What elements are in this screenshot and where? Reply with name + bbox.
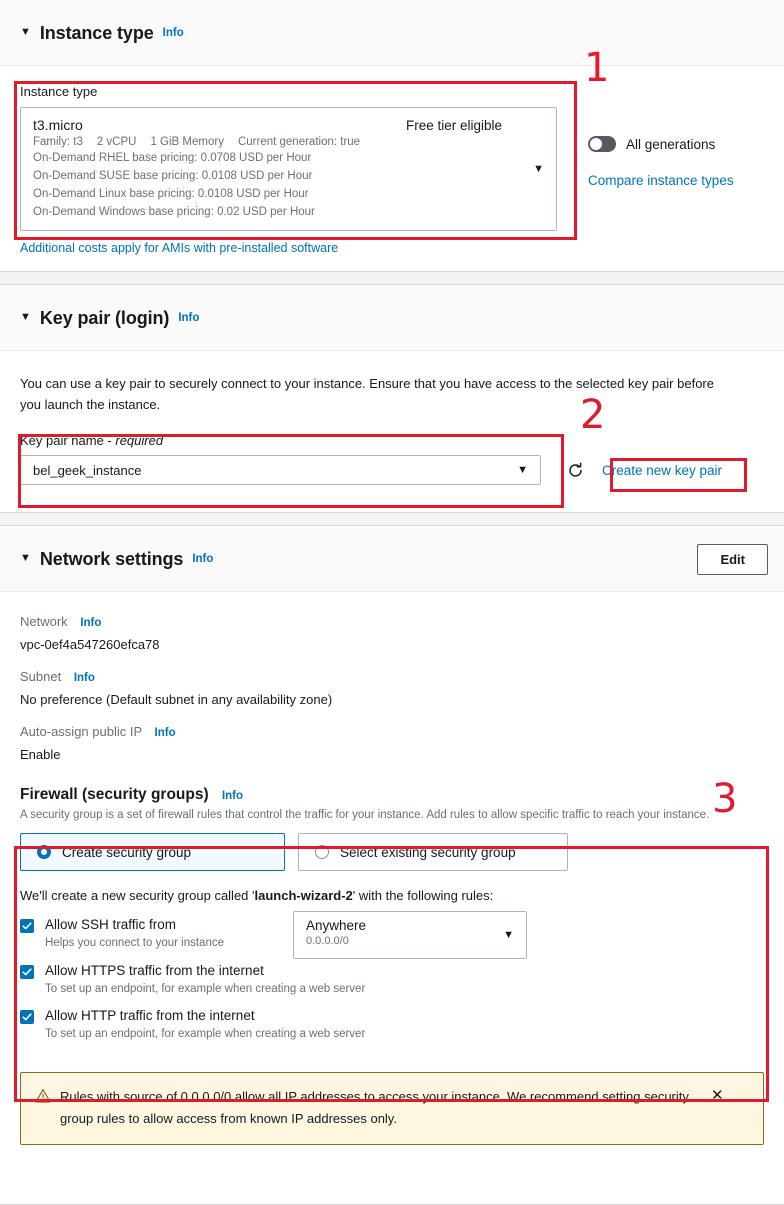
rule-https-sub: To set up an endpoint, for example when … [45,983,366,995]
subnet-value: No preference (Default subnet in any ava… [20,692,333,707]
key-pair-field-label: Key pair name - required [20,433,764,448]
compare-instance-types-link[interactable]: Compare instance types [588,173,734,188]
network-info-link[interactable]: Info [80,617,101,629]
auto-assign-ip-field-label: Auto-assign public IP Info [20,724,764,739]
key-pair-header: ▼ Key pair (login) Info [0,285,784,351]
key-pair-selected-value: bel_geek_instance [33,462,142,478]
instance-type-title: Instance type [39,22,154,43]
close-icon[interactable]: ✕ [711,1086,724,1106]
key-pair-select[interactable]: bel_geek_instance ▼ [20,455,541,485]
key-pair-row: bel_geek_instance ▼ Create new key pair [20,455,764,485]
select-existing-security-group-option[interactable]: Select existing security group [298,833,568,871]
instance-type-field-label: Instance type [20,84,98,99]
key-pair-info-link[interactable]: Info [178,312,199,324]
chevron-down-icon[interactable]: ▼ [20,552,31,564]
toggle-knob [590,138,602,150]
create-security-group-label: Create security group [62,844,192,860]
alert-message: Rules with source of 0.0.0.0/0 allow all… [60,1089,689,1126]
ssh-source-cidr: 0.0.0.0/0 [306,935,349,947]
network-value: vpc-0ef4a547260efca78 [20,637,160,652]
rule-ssh: Allow SSH traffic from Helps you connect… [20,911,764,959]
key-pair-card: ▼ Key pair (login) Info You can use a ke… [0,284,784,513]
pricing-windows: On-Demand Windows base pricing: 0.02 USD… [33,206,315,218]
rule-https: Allow HTTPS traffic from the internet To… [20,963,764,995]
sg-note-suffix: ' with the following rules: [352,888,494,903]
network-settings-body: Network Info vpc-0ef4a547260efca78 Subne… [0,592,784,1056]
chevron-down-icon[interactable]: ▼ [533,163,544,175]
chevron-down-icon[interactable]: ▼ [503,929,514,941]
ssh-source-select[interactable]: Anywhere 0.0.0.0/0 ▼ [293,911,527,959]
instance-type-name: t3.micro [33,117,83,133]
instance-type-info-link[interactable]: Info [163,27,184,39]
warning-triangle-icon [35,1088,51,1107]
firewall-title-text: Firewall (security groups) [20,786,209,803]
all-generations-toggle[interactable] [588,136,616,152]
security-group-mode-options: Create security group Select existing se… [20,833,764,871]
firewall-title: Firewall (security groups) Info [20,786,764,804]
auto-assign-ip-label-text: Auto-assign public IP [20,724,142,739]
spec-memory: 1 GiB Memory [150,136,224,148]
spec-vcpu: 2 vCPU [96,136,137,148]
network-settings-header: ▼ Network settings Info Edit [0,526,784,592]
select-existing-security-group-label: Select existing security group [340,844,516,860]
key-pair-description: You can use a key pair to securely conne… [20,376,714,412]
firewall-description: A security group is a set of firewall ru… [20,809,710,821]
network-settings-card: ▼ Network settings Info Edit Network Inf… [0,525,784,1205]
free-tier-badge: Free tier eligible [405,118,502,133]
checkbox-ssh[interactable] [20,919,34,933]
security-warning-alert: Rules with source of 0.0.0.0/0 allow all… [20,1072,764,1145]
radio-unselected-icon [315,845,329,859]
spec-generation: Current generation: true [237,136,361,148]
instance-type-select[interactable]: t3.micro Free tier eligible Family: t3 2… [20,107,557,231]
key-pair-body: You can use a key pair to securely conne… [0,351,784,501]
rule-https-label: Allow HTTPS traffic from the internet [45,963,264,978]
instance-type-specs: Family: t3 2 vCPU 1 GiB Memory Current g… [33,136,544,148]
network-settings-title: Network settings [39,548,184,569]
instance-type-header: ▼ Instance type Info [0,0,784,66]
chevron-down-icon[interactable]: ▼ [20,311,31,323]
spec-family: Family: t3 [33,136,83,148]
pricing-suse: On-Demand SUSE base pricing: 0.0108 USD … [33,170,313,182]
subnet-info-link[interactable]: Info [74,672,95,684]
create-security-group-option[interactable]: Create security group [20,833,285,871]
subnet-label-text: Subnet [20,669,62,684]
additional-costs-link[interactable]: Additional costs apply for AMIs with pre… [20,241,338,255]
edit-button[interactable]: Edit [697,543,768,575]
all-generations-toggle-row[interactable]: All generations [588,136,734,152]
rule-http-label: Allow HTTP traffic from the internet [45,1008,255,1023]
all-generations-label: All generations [626,136,716,152]
instance-type-options: All generations Compare instance types [588,136,734,188]
network-label-text: Network [20,614,68,629]
auto-assign-ip-info-link[interactable]: Info [155,727,176,739]
auto-assign-ip-value: Enable [20,747,61,762]
create-new-key-pair-link[interactable]: Create new key pair [602,463,722,478]
refresh-icon[interactable] [567,462,584,479]
rule-http: Allow HTTP traffic from the internet To … [20,1008,764,1040]
checkbox-https[interactable] [20,965,34,979]
ssh-source-value: Anywhere [306,918,367,933]
sg-note-prefix: We'll create a new security group called… [20,888,255,903]
network-settings-info-link[interactable]: Info [192,553,213,565]
pricing-rhel: On-Demand RHEL base pricing: 0.0708 USD … [33,152,312,164]
rule-ssh-label: Allow SSH traffic from [45,917,177,932]
rule-http-sub: To set up an endpoint, for example when … [45,1028,366,1040]
key-pair-required-text: required [115,433,164,448]
subnet-field-label: Subnet Info [20,669,764,684]
chevron-down-icon[interactable]: ▼ [517,464,528,476]
instance-type-card: ▼ Instance type Info Instance type t3.mi… [0,0,784,272]
key-pair-field-label-text: Key pair name - [20,433,116,448]
firewall-info-link[interactable]: Info [222,790,243,802]
sg-note-group-name: launch-wizard-2 [254,888,353,903]
chevron-down-icon[interactable]: ▼ [20,26,31,38]
pricing-linux: On-Demand Linux base pricing: 0.0108 USD… [33,188,309,200]
radio-selected-icon [37,845,51,859]
network-field-label: Network Info [20,614,764,629]
key-pair-title: Key pair (login) [39,307,170,328]
security-group-note: We'll create a new security group called… [20,888,764,903]
checkbox-http[interactable] [20,1010,34,1024]
